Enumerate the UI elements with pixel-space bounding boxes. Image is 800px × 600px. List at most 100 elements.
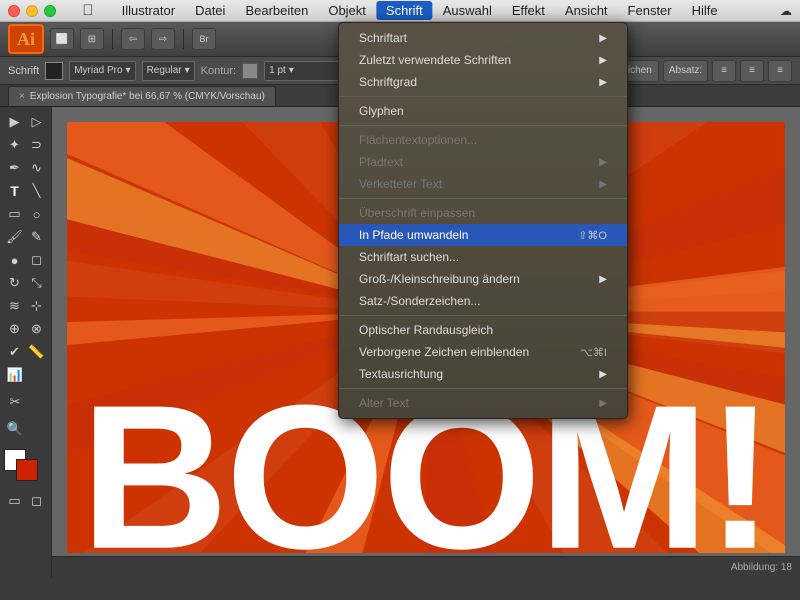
align-left-button[interactable]: ≡ [712,60,736,82]
menu-item-gross-klein[interactable]: Groß-/Kleinschreibung ändern ▶ [339,268,627,290]
ai-logo: Ai [8,24,44,54]
menu-item-alter-text-label: Alter Text [359,396,591,410]
font-style-dropdown[interactable]: Regular ▾ [142,61,195,81]
menu-datei[interactable]: Datei [185,1,235,20]
paint-brush-tool[interactable]: 🖌 [4,226,25,248]
title-right-icons: ☁ [780,4,792,18]
schrift-menu-dropdown: Schriftart ▶ Zuletzt verwendete Schrifte… [338,22,628,419]
menu-item-schriftgrad[interactable]: Schriftgrad ▶ [339,71,627,93]
measure-tool[interactable]: 📏 [26,341,47,363]
align-right-button[interactable]: ≡ [768,60,792,82]
menu-item-gross-klein-label: Groß-/Kleinschreibung ändern [359,272,591,286]
menu-bearbeiten[interactable]: Bearbeiten [235,1,318,20]
menu-item-pfadtext-label: Pfadtext [359,155,591,169]
font-dropdown[interactable]: Myriad Pro ▾ [69,61,135,81]
pen-tool[interactable]: ✒ [4,157,25,179]
menu-item-glyphen-label: Glyphen [359,104,607,118]
arrange-button[interactable]: ⊞ [80,28,104,50]
minimize-button[interactable] [26,5,38,17]
menu-item-optischer-rand[interactable]: Optischer Randausgleich [339,319,627,341]
toolbar-sep-2 [183,29,184,49]
zoom-tool[interactable]: 🔍 [4,418,26,440]
stroke-color-swatch[interactable] [242,63,258,79]
pencil-tool[interactable]: ✎ [26,226,47,248]
stroke-width-dropdown[interactable]: 1 pt ▾ [264,61,344,81]
menu-item-schriftgrad-label: Schriftgrad [359,75,591,89]
menu-item-schriftart[interactable]: Schriftart ▶ [339,27,627,49]
stroke-width: 1 pt [269,65,286,76]
nav-forward-button[interactable]: ⇨ [151,28,175,50]
menu-item-schriftart-suchen[interactable]: Schriftart suchen... [339,246,627,268]
menu-fenster[interactable]: Fenster [618,1,682,20]
menu-item-textausrichtung[interactable]: Textausrichtung ▶ [339,363,627,385]
tool-label: Schrift [8,65,39,77]
select-tool[interactable]: ▶ [4,111,25,133]
menu-objekt[interactable]: Objekt [318,1,376,20]
menu-item-alter-text: Alter Text ▶ [339,392,627,414]
stroke-arrow: ▾ [289,65,294,76]
menu-illustrator[interactable]: Illustrator [112,1,185,20]
tab-close-btn[interactable]: × [19,91,25,102]
blend-tool[interactable]: ⊗ [26,318,47,340]
screen-mode-btn[interactable]: ◻ [26,490,47,512]
document-tab[interactable]: × Explosion Typografie* bei 66,67 % (CMY… [8,86,276,106]
eyedropper-tool[interactable]: ✔ [4,341,25,363]
close-button[interactable] [8,5,20,17]
rotate-tool[interactable]: ↻ [4,272,25,294]
menu-arrow-textausrichtung: ▶ [599,369,607,380]
absatz-panel-button[interactable]: Absatz: [663,60,708,82]
menu-arrow-verketteter: ▶ [599,179,607,190]
menu-ansicht[interactable]: Ansicht [555,1,618,20]
menu-auswahl[interactable]: Auswahl [433,1,502,20]
eraser-tool[interactable]: ◻ [26,249,47,271]
free-transform-tool[interactable]: ⊹ [26,295,47,317]
blob-brush-tool[interactable]: ● [4,249,25,271]
menu-arrow-schriftgrad: ▶ [599,77,607,88]
magic-wand-tool[interactable]: ✦ [4,134,25,156]
menu-item-verborgene[interactable]: Verborgene Zeichen einblenden ⌥⌘I [339,341,627,363]
line-tool[interactable]: ╲ [26,180,47,202]
graph-tool[interactable]: 📊 [4,364,26,386]
fill-color-swatch[interactable] [45,62,63,80]
menu-sep-1 [339,96,627,97]
nav-button[interactable]: ⇦ [121,28,145,50]
menu-arrow-pfadtext: ▶ [599,157,607,168]
warp-tool[interactable]: ≋ [4,295,25,317]
menu-item-verketteter: Verketteter Text ▶ [339,173,627,195]
bridge-button[interactable]: Br [192,28,216,50]
font-dropdown-arrow: ▾ [126,65,131,76]
shape-builder-tool[interactable]: ⊕ [4,318,25,340]
menu-item-uberschrift-label: Überschrift einpassen [359,206,607,220]
stroke-swatch-large[interactable] [16,459,38,481]
menu-item-verborgene-label: Verborgene Zeichen einblenden [359,345,580,359]
menu-sep-4 [339,315,627,316]
scale-tool[interactable]: ⤡ [26,272,47,294]
menu-item-zuletzt[interactable]: Zuletzt verwendete Schriften ▶ [339,49,627,71]
menu-arrow-gross-klein: ▶ [599,274,607,285]
menu-effekt[interactable]: Effekt [502,1,555,20]
rectangle-tool[interactable]: ▭ [4,203,25,225]
dropbox-icon: ☁ [780,4,792,18]
maximize-button[interactable] [44,5,56,17]
curvature-tool[interactable]: ∿ [26,157,47,179]
menu-item-glyphen[interactable]: Glyphen [339,100,627,122]
menu-item-satz-sonder[interactable]: Satz-/Sonderzeichen... [339,290,627,312]
menu-item-verketteter-label: Verketteter Text [359,177,591,191]
menu-hilfe[interactable]: Hilfe [682,1,728,20]
apple-menu[interactable]:  [72,0,103,21]
text-tool[interactable]: T [4,180,25,202]
menu-schrift[interactable]: Schrift [376,1,433,20]
menu-item-satz-sonder-label: Satz-/Sonderzeichen... [359,294,607,308]
menu-item-pfadtext: Pfadtext ▶ [339,151,627,173]
direct-select-tool[interactable]: ▷ [26,111,47,133]
menu-item-zuletzt-label: Zuletzt verwendete Schriften [359,53,591,67]
slice-tool[interactable]: ✂ [4,391,26,413]
align-center-button[interactable]: ≡ [740,60,764,82]
menu-item-schriftart-label: Schriftart [359,31,591,45]
screen-mode-normal[interactable]: ▭ [4,490,25,512]
menu-item-flaechentextoptionen: Flächentextoptionen... [339,129,627,151]
new-file-button[interactable]: ⬜ [50,28,74,50]
menu-item-in-pfade[interactable]: In Pfade umwandeln ⇧⌘O [339,224,627,246]
lasso-tool[interactable]: ⊃ [26,134,47,156]
ellipse-tool[interactable]: ○ [26,203,47,225]
